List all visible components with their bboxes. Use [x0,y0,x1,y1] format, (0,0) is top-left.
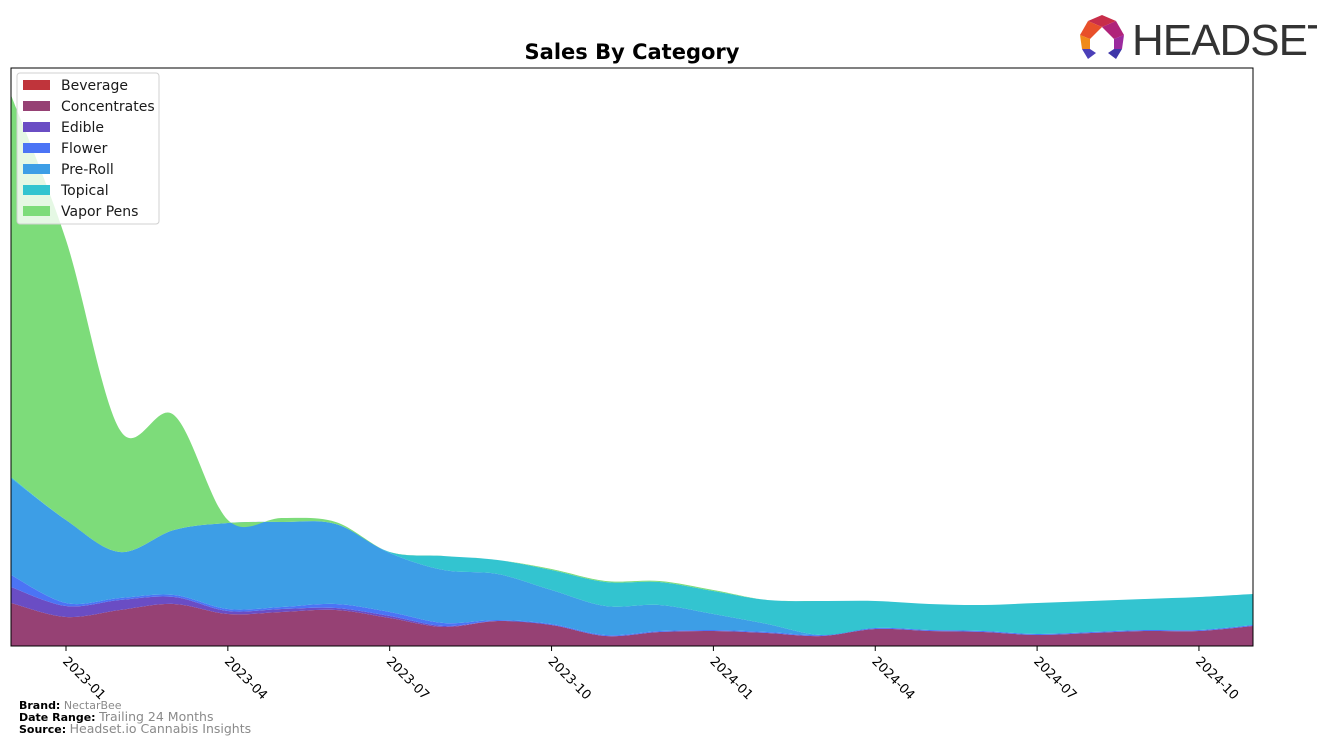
x-tick-label: 2024-10 [1192,654,1241,703]
x-tick-label: 2023-10 [545,654,594,703]
x-tick-label: 2023-01 [59,654,108,703]
legend-swatch [23,164,50,174]
legend-swatch [23,185,50,195]
x-tick-label: 2024-01 [707,654,756,703]
legend-swatch [23,101,50,111]
x-tick-label: 2023-04 [221,654,270,703]
legend-label: Edible [61,120,104,136]
legend-label: Pre-Roll [61,162,114,178]
legend-swatch [23,206,50,216]
x-tick-label: 2023-07 [383,654,432,703]
chart-title: Sales By Category [525,40,740,64]
legend-swatch [23,143,50,153]
legend-label: Concentrates [61,99,155,115]
sales-by-category-chart: Sales By Category 2023-01 2023-04 2023-07 2… [10,15,1317,703]
headset-logo-icon [1080,15,1124,59]
headset-logo-text: HEADSET [1132,16,1317,65]
footer-source: Source: Headset.io Cannabis Insights [19,721,252,736]
x-axis: 2023-01 2023-04 2023-07 2023-10 2024-01 2024-… [59,646,1241,703]
headset-logo: HEADSET [1080,15,1317,65]
legend-label: Flower [61,141,108,157]
source-value: Headset.io Cannabis Insights [69,721,252,736]
x-tick-label: 2024-04 [868,654,917,703]
legend-label: Beverage [61,78,128,94]
legend: Beverage Concentrates Edible Flower Pre-Roll… [16,72,160,225]
legend-label: Topical [60,183,109,199]
stacked-areas [11,95,1253,646]
legend-swatch [23,122,50,132]
legend-label: Vapor Pens [61,204,138,220]
chart-footer: Brand: NectarBee Date Range: Trailing 24… [19,700,251,735]
source-label: Source: [19,723,67,736]
x-tick-label: 2024-07 [1030,654,1079,703]
legend-swatch [23,80,50,90]
